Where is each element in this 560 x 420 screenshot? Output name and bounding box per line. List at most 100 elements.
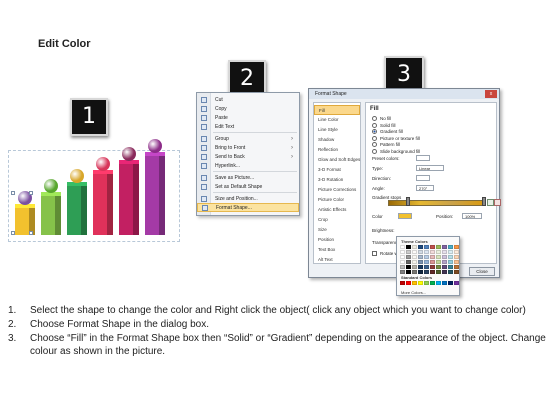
color-swatch[interactable] [442, 281, 447, 285]
category-item[interactable]: Artistic Effects [314, 205, 360, 215]
color-swatch[interactable] [454, 270, 459, 274]
color-swatch[interactable] [418, 281, 423, 285]
menu-item[interactable]: Send to Back › [197, 152, 299, 161]
color-swatch[interactable] [448, 250, 453, 254]
color-swatch[interactable] [418, 265, 423, 269]
bar-shape[interactable] [41, 192, 61, 235]
color-swatch[interactable] [418, 250, 423, 254]
color-swatch[interactable] [430, 270, 435, 274]
bar-shape[interactable] [119, 160, 139, 235]
remove-stop-icon[interactable] [494, 199, 501, 206]
category-item[interactable]: Line Color [314, 115, 360, 125]
bar-shapes-figure[interactable] [8, 139, 180, 242]
color-swatch[interactable] [412, 255, 417, 259]
color-swatch[interactable] [448, 270, 453, 274]
menu-item[interactable]: Set as Default Shape [197, 182, 299, 191]
menu-item[interactable]: Size and Position... [197, 194, 299, 203]
color-swatch[interactable] [448, 245, 453, 249]
add-stop-icon[interactable] [487, 199, 494, 206]
color-swatch[interactable] [436, 270, 441, 274]
color-swatch[interactable] [430, 281, 435, 285]
category-item[interactable]: Picture Corrections [314, 185, 360, 195]
category-item[interactable]: Reflection [314, 145, 360, 155]
color-swatch[interactable] [418, 270, 423, 274]
color-swatch[interactable] [424, 245, 429, 249]
color-swatch[interactable] [424, 265, 429, 269]
gradient-stop-handle[interactable] [482, 197, 486, 206]
color-swatch[interactable] [436, 250, 441, 254]
category-item[interactable]: 3-D Rotation [314, 175, 360, 185]
color-swatch[interactable] [412, 281, 417, 285]
menu-item[interactable]: Paste [197, 113, 299, 122]
color-swatch[interactable] [400, 260, 405, 264]
menu-item[interactable]: Copy [197, 104, 299, 113]
menu-item[interactable]: Bring to Front › [197, 143, 299, 152]
fill-option[interactable]: No fill [372, 116, 391, 121]
color-swatch[interactable] [454, 250, 459, 254]
color-swatch[interactable] [436, 245, 441, 249]
bar-shape[interactable] [145, 152, 165, 235]
color-swatch[interactable] [442, 270, 447, 274]
category-item[interactable]: Position [314, 235, 360, 245]
category-item[interactable]: Crop [314, 215, 360, 225]
color-swatch[interactable] [412, 265, 417, 269]
gradient-stop-handle[interactable] [406, 197, 410, 206]
fill-option[interactable]: Pattern fill [372, 142, 400, 147]
color-swatch[interactable] [406, 245, 411, 249]
color-swatch[interactable] [406, 270, 411, 274]
menu-item[interactable]: Cut [197, 95, 299, 104]
color-swatch[interactable] [442, 260, 447, 264]
fill-option[interactable]: Picture or texture fill [372, 135, 420, 141]
angle-input[interactable]: 270° [416, 185, 434, 191]
color-swatch[interactable] [430, 260, 435, 264]
color-swatch[interactable] [436, 265, 441, 269]
ball-shape[interactable] [70, 169, 84, 183]
selection-handle[interactable] [29, 191, 33, 195]
color-swatch[interactable] [448, 265, 453, 269]
color-swatch[interactable] [448, 255, 453, 259]
category-item[interactable]: Size [314, 225, 360, 235]
category-item[interactable]: Fill [314, 105, 360, 115]
color-swatch[interactable] [436, 260, 441, 264]
preset-colors-dropdown[interactable] [416, 155, 430, 161]
ball-shape[interactable] [148, 139, 162, 153]
color-swatch[interactable] [406, 255, 411, 259]
color-swatch[interactable] [418, 245, 423, 249]
selection-handle[interactable] [11, 191, 15, 195]
category-item[interactable]: Picture Color [314, 195, 360, 205]
type-select[interactable]: Linear [416, 165, 444, 171]
color-swatch[interactable] [406, 265, 411, 269]
color-swatch[interactable] [400, 270, 405, 274]
position-input[interactable]: 100% [462, 213, 482, 219]
color-swatch[interactable] [442, 265, 447, 269]
color-swatch[interactable] [448, 260, 453, 264]
color-swatch[interactable] [424, 270, 429, 274]
close-button[interactable]: Close [469, 267, 495, 276]
color-swatch[interactable] [406, 250, 411, 254]
ball-shape[interactable] [96, 157, 110, 171]
color-swatch[interactable] [424, 260, 429, 264]
color-swatch[interactable] [424, 250, 429, 254]
selection-handle[interactable] [29, 231, 33, 235]
color-swatch[interactable] [430, 265, 435, 269]
color-swatch[interactable] [412, 245, 417, 249]
color-swatch[interactable] [418, 260, 423, 264]
fill-option[interactable]: Gradient fill [372, 129, 403, 134]
more-colors-item[interactable]: More Colors... [401, 290, 426, 295]
color-swatch[interactable] [430, 245, 435, 249]
color-swatch[interactable] [400, 250, 405, 254]
bar-shape[interactable] [93, 170, 113, 235]
color-swatch[interactable] [406, 281, 411, 285]
color-swatch[interactable] [454, 265, 459, 269]
selection-handle[interactable] [11, 231, 15, 235]
menu-item[interactable]: Group › [197, 134, 299, 143]
color-swatch[interactable] [406, 260, 411, 264]
color-swatch[interactable] [412, 270, 417, 274]
fill-option[interactable]: Slide background fill [372, 148, 420, 154]
color-swatch[interactable] [400, 265, 405, 269]
direction-dropdown[interactable] [416, 175, 430, 181]
color-swatch[interactable] [448, 281, 453, 285]
ball-shape[interactable] [44, 179, 58, 193]
menu-item[interactable]: Format Shape... [197, 203, 299, 212]
color-swatch[interactable] [430, 255, 435, 259]
